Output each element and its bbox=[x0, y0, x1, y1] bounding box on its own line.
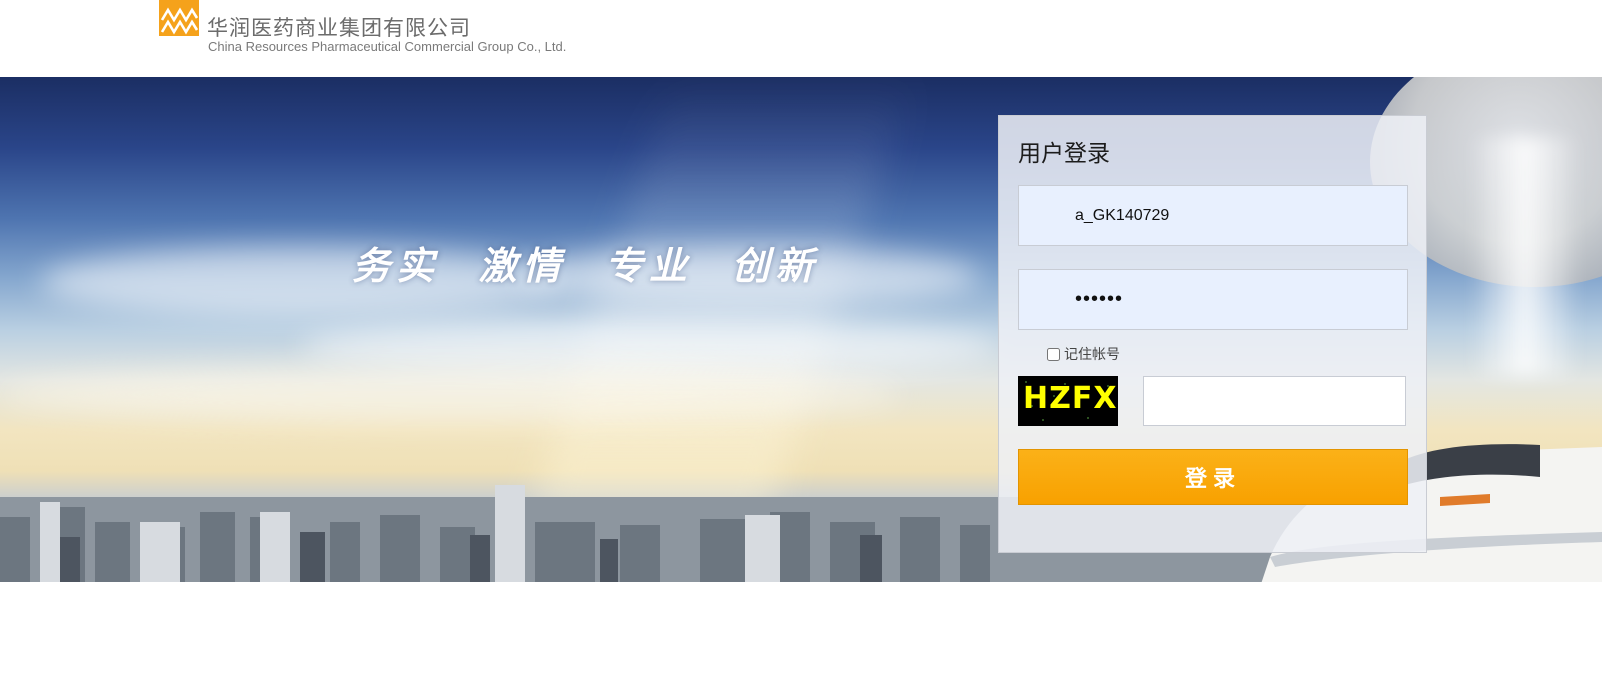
company-name-en: China Resources Pharmaceutical Commercia… bbox=[208, 39, 567, 54]
company-name-cn: 华润医药商业集团有限公司 bbox=[207, 16, 471, 40]
password-input[interactable] bbox=[1018, 269, 1408, 330]
remember-account-option[interactable]: 记住帐号 bbox=[1047, 345, 1120, 363]
remember-account-label: 记住帐号 bbox=[1064, 347, 1120, 363]
login-panel: 用户登录 记住帐号 HZFX 登录 bbox=[998, 115, 1427, 553]
slogan-text: 务实 激情 专业 创新 bbox=[352, 243, 820, 288]
login-button[interactable]: 登录 bbox=[1018, 449, 1408, 505]
captcha-input[interactable] bbox=[1143, 376, 1406, 426]
login-title: 用户登录 bbox=[1018, 141, 1110, 167]
captcha-image[interactable]: HZFX bbox=[1018, 376, 1118, 426]
company-logo-icon bbox=[159, 0, 199, 36]
site-header: 华润医药商业集团有限公司 China Resources Pharmaceuti… bbox=[0, 0, 1602, 77]
light-beam-decoration bbox=[1470, 137, 1580, 377]
username-input[interactable] bbox=[1018, 185, 1408, 246]
cloud-decoration bbox=[0, 367, 900, 422]
remember-account-checkbox[interactable] bbox=[1047, 347, 1060, 361]
captcha-text: HZFX bbox=[1023, 381, 1118, 416]
